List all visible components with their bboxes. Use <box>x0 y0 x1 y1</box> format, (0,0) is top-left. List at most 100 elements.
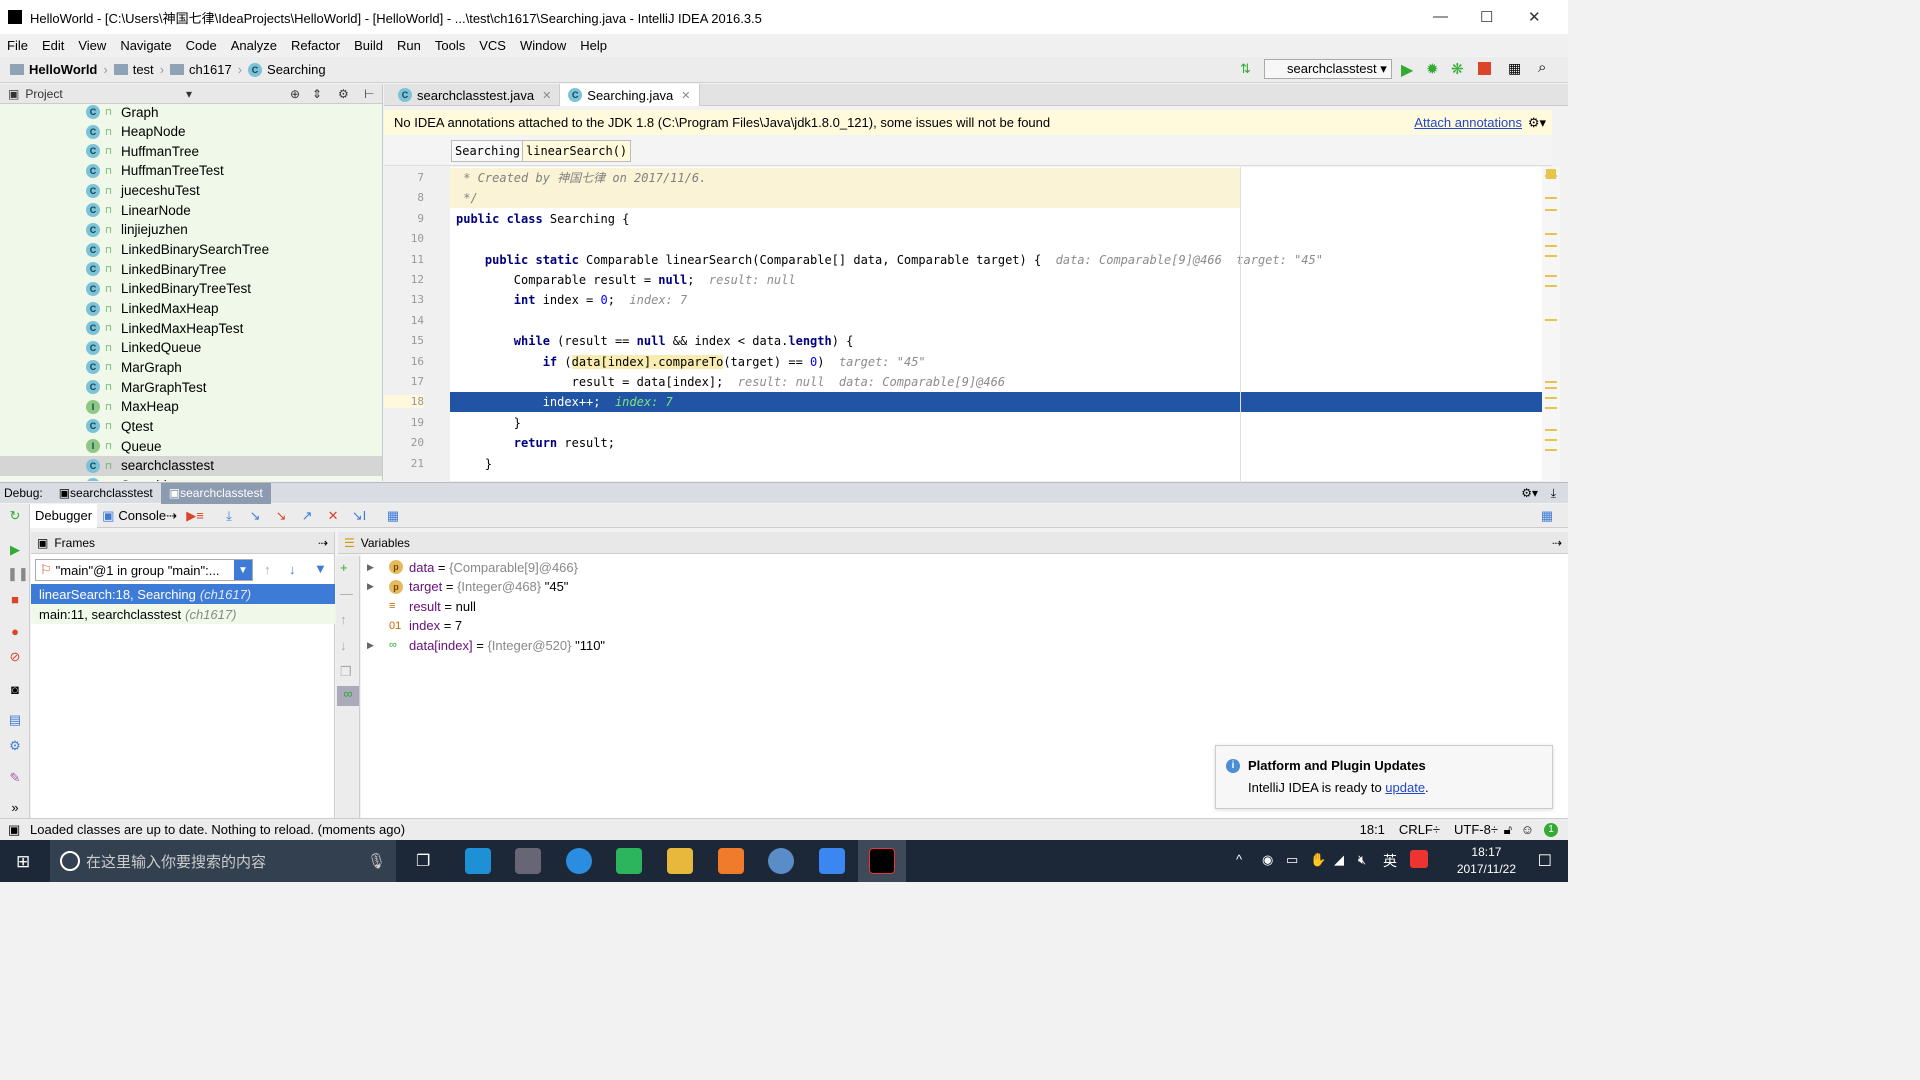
code-line[interactable] <box>450 311 1542 331</box>
hide-icon[interactable]: ⤓ <box>1551 486 1556 501</box>
maximize-button[interactable]: ☐ <box>1480 8 1493 26</box>
breadcrumb-method[interactable]: linearSearch() <box>522 140 632 162</box>
code-line[interactable]: * Created by 神国七律 on 2017/11/6. <box>450 168 1240 188</box>
scroll-marker[interactable] <box>1545 275 1557 277</box>
variable-row[interactable]: ≡ result = null <box>389 596 476 616</box>
scroll-marker[interactable] <box>1545 209 1557 211</box>
variable-row[interactable]: ▶ ∞ data[index] = {Integer@520} "110" <box>367 635 605 655</box>
step-out-icon[interactable]: ↗ <box>298 508 316 524</box>
debug-session-tab[interactable]: ▣ searchclasstest <box>160 482 271 504</box>
lock-icon[interactable]: 🔓︎ <box>1504 822 1512 838</box>
step-over-icon[interactable]: ⤓ <box>220 508 238 524</box>
taskbar-app-5-icon[interactable] <box>465 848 491 874</box>
tree-item[interactable]: C ⊓ LinkedMaxHeap <box>0 299 382 319</box>
menu-help[interactable]: Help <box>573 38 614 53</box>
tree-item[interactable]: C ⊓ HuffmanTreeTest <box>0 161 382 181</box>
debug-session-tab[interactable]: ▣ searchclasstest <box>51 483 161 504</box>
ime-indicator[interactable]: 英 <box>1383 851 1397 871</box>
code-line[interactable]: while (result == null && index < data.le… <box>450 331 1542 351</box>
arrow-down-icon[interactable]: ↓ <box>340 638 347 653</box>
scroll-marker[interactable] <box>1545 439 1557 441</box>
menu-navigate[interactable]: Navigate <box>113 38 178 53</box>
expand-arrow-icon[interactable]: ▶ <box>367 562 374 573</box>
scroll-marker[interactable] <box>1545 387 1557 389</box>
gear-icon[interactable]: ⚙▾ <box>1528 115 1546 131</box>
pin-icon[interactable]: ⇢ <box>318 536 328 550</box>
tab-console[interactable]: ▣ Console ⇢ <box>97 504 182 528</box>
show-execution-point-icon[interactable]: ▶≡ <box>186 508 204 524</box>
menu-edit[interactable]: Edit <box>35 38 71 53</box>
evaluate-expression-icon[interactable]: ▦ <box>384 508 402 524</box>
scroll-marker[interactable] <box>1545 245 1557 247</box>
arrow-down-icon[interactable]: ↓ <box>289 562 296 577</box>
gear-icon[interactable]: ⚙▾ <box>1521 486 1538 500</box>
tree-item[interactable]: C ⊓ LinkedBinaryTreeTest <box>0 279 382 299</box>
menu-file[interactable]: File <box>0 38 35 53</box>
breadcrumb-class[interactable]: Searching <box>451 140 525 162</box>
menu-tools[interactable]: Tools <box>428 38 472 53</box>
inspector-icon[interactable]: ☺ <box>1521 822 1534 837</box>
tree-item[interactable]: C ⊓ LinkedBinaryTree <box>0 259 382 279</box>
coverage-icon[interactable]: ❋ <box>1451 60 1464 78</box>
gear-icon[interactable]: ⚙ <box>338 87 349 101</box>
view-breakpoints-icon[interactable]: ● <box>7 624 23 640</box>
tree-item[interactable]: C ⊓ searchclasstest <box>0 455 382 476</box>
layout-icon[interactable]: ▤ <box>7 712 23 728</box>
tray-icon[interactable]: ◉ <box>1262 852 1273 868</box>
scroll-marker[interactable] <box>1545 407 1557 409</box>
code-line[interactable]: Comparable result = null; result: null <box>450 270 1542 290</box>
tool-windows-icon[interactable]: ▣ <box>8 822 20 838</box>
tree-item[interactable]: C ⊓ Qtest <box>0 416 382 436</box>
scroll-marker[interactable] <box>1545 285 1557 287</box>
menu-build[interactable]: Build <box>347 38 390 53</box>
menu-run[interactable]: Run <box>390 38 428 53</box>
tree-item[interactable]: C ⊓ LinkedBinarySearchTree <box>0 240 382 260</box>
breadcrumb-item[interactable]: test › <box>113 62 164 77</box>
arrow-up-icon[interactable]: ↑ <box>340 612 347 627</box>
stop-icon[interactable] <box>1478 62 1491 75</box>
taskbar-intellij-active[interactable] <box>858 840 906 882</box>
close-tab-icon[interactable]: ✕ <box>681 89 690 102</box>
editor-tab[interactable]: C Searching.java ✕ <box>560 84 700 106</box>
stop-icon[interactable]: ■ <box>7 592 23 608</box>
warning-indicator-icon[interactable] <box>1546 169 1556 179</box>
project-structure-icon[interactable]: ▦ <box>1508 60 1521 77</box>
tree-item[interactable]: C ⊓ MarGraph <box>0 357 382 377</box>
scroll-marker[interactable] <box>1545 397 1557 399</box>
stack-frame[interactable]: linearSearch:18, Searching (ch1617) <box>31 584 335 604</box>
force-step-into-icon[interactable]: ↘ <box>272 508 290 524</box>
minimize-button[interactable]: — <box>1433 8 1448 25</box>
collapse-all-icon[interactable]: ⇕ <box>312 87 322 101</box>
taskbar-app-icon[interactable] <box>515 848 541 874</box>
line-separator[interactable]: CRLF÷ <box>1399 822 1440 837</box>
restore-layout-icon[interactable]: ▦ <box>1538 508 1556 524</box>
close-tab-icon[interactable]: ✕ <box>542 89 551 102</box>
stack-frame[interactable]: main:11, searchclasstest (ch1617) <box>31 604 335 624</box>
code-line[interactable]: if (data[index].compareTo(target) == 0) … <box>450 352 1542 372</box>
debug-icon[interactable]: ✹ <box>1426 60 1439 78</box>
menu-window[interactable]: Window <box>513 38 573 53</box>
remove-watch-icon[interactable]: — <box>340 586 353 601</box>
scroll-marker[interactable] <box>1545 449 1557 451</box>
variable-row[interactable]: ▶ p target = {Integer@468} "45" <box>367 577 568 597</box>
menu-analyze[interactable]: Analyze <box>224 38 284 53</box>
scroll-marker[interactable] <box>1545 381 1557 383</box>
battery-icon[interactable]: ▭ <box>1286 852 1298 868</box>
run-to-cursor-icon[interactable]: ↘I <box>350 508 368 524</box>
scroll-marker[interactable] <box>1545 233 1557 235</box>
arrow-up-icon[interactable]: ↑ <box>264 562 271 577</box>
update-link[interactable]: update <box>1385 780 1425 795</box>
scroll-marker[interactable] <box>1545 429 1557 431</box>
taskbar-app-icon[interactable] <box>819 848 845 874</box>
chevron-down-icon[interactable]: ▼ <box>234 560 252 580</box>
task-view-icon[interactable]: ❐ <box>416 851 430 871</box>
tray-app-icon[interactable]: ✋ <box>1310 852 1326 868</box>
code-line[interactable]: result = data[index]; result: null data:… <box>450 372 1542 392</box>
tray-chevron-up-icon[interactable]: ^ <box>1236 852 1242 867</box>
taskbar-sogou-icon[interactable] <box>566 848 592 874</box>
taskbar-browser-icon[interactable] <box>768 848 794 874</box>
tab-debugger[interactable]: Debugger <box>30 503 98 528</box>
caret-position[interactable]: 18:1 <box>1360 822 1385 837</box>
expand-arrow-icon[interactable]: ▶ <box>367 640 374 651</box>
run-icon[interactable]: ▶ <box>1401 60 1413 80</box>
